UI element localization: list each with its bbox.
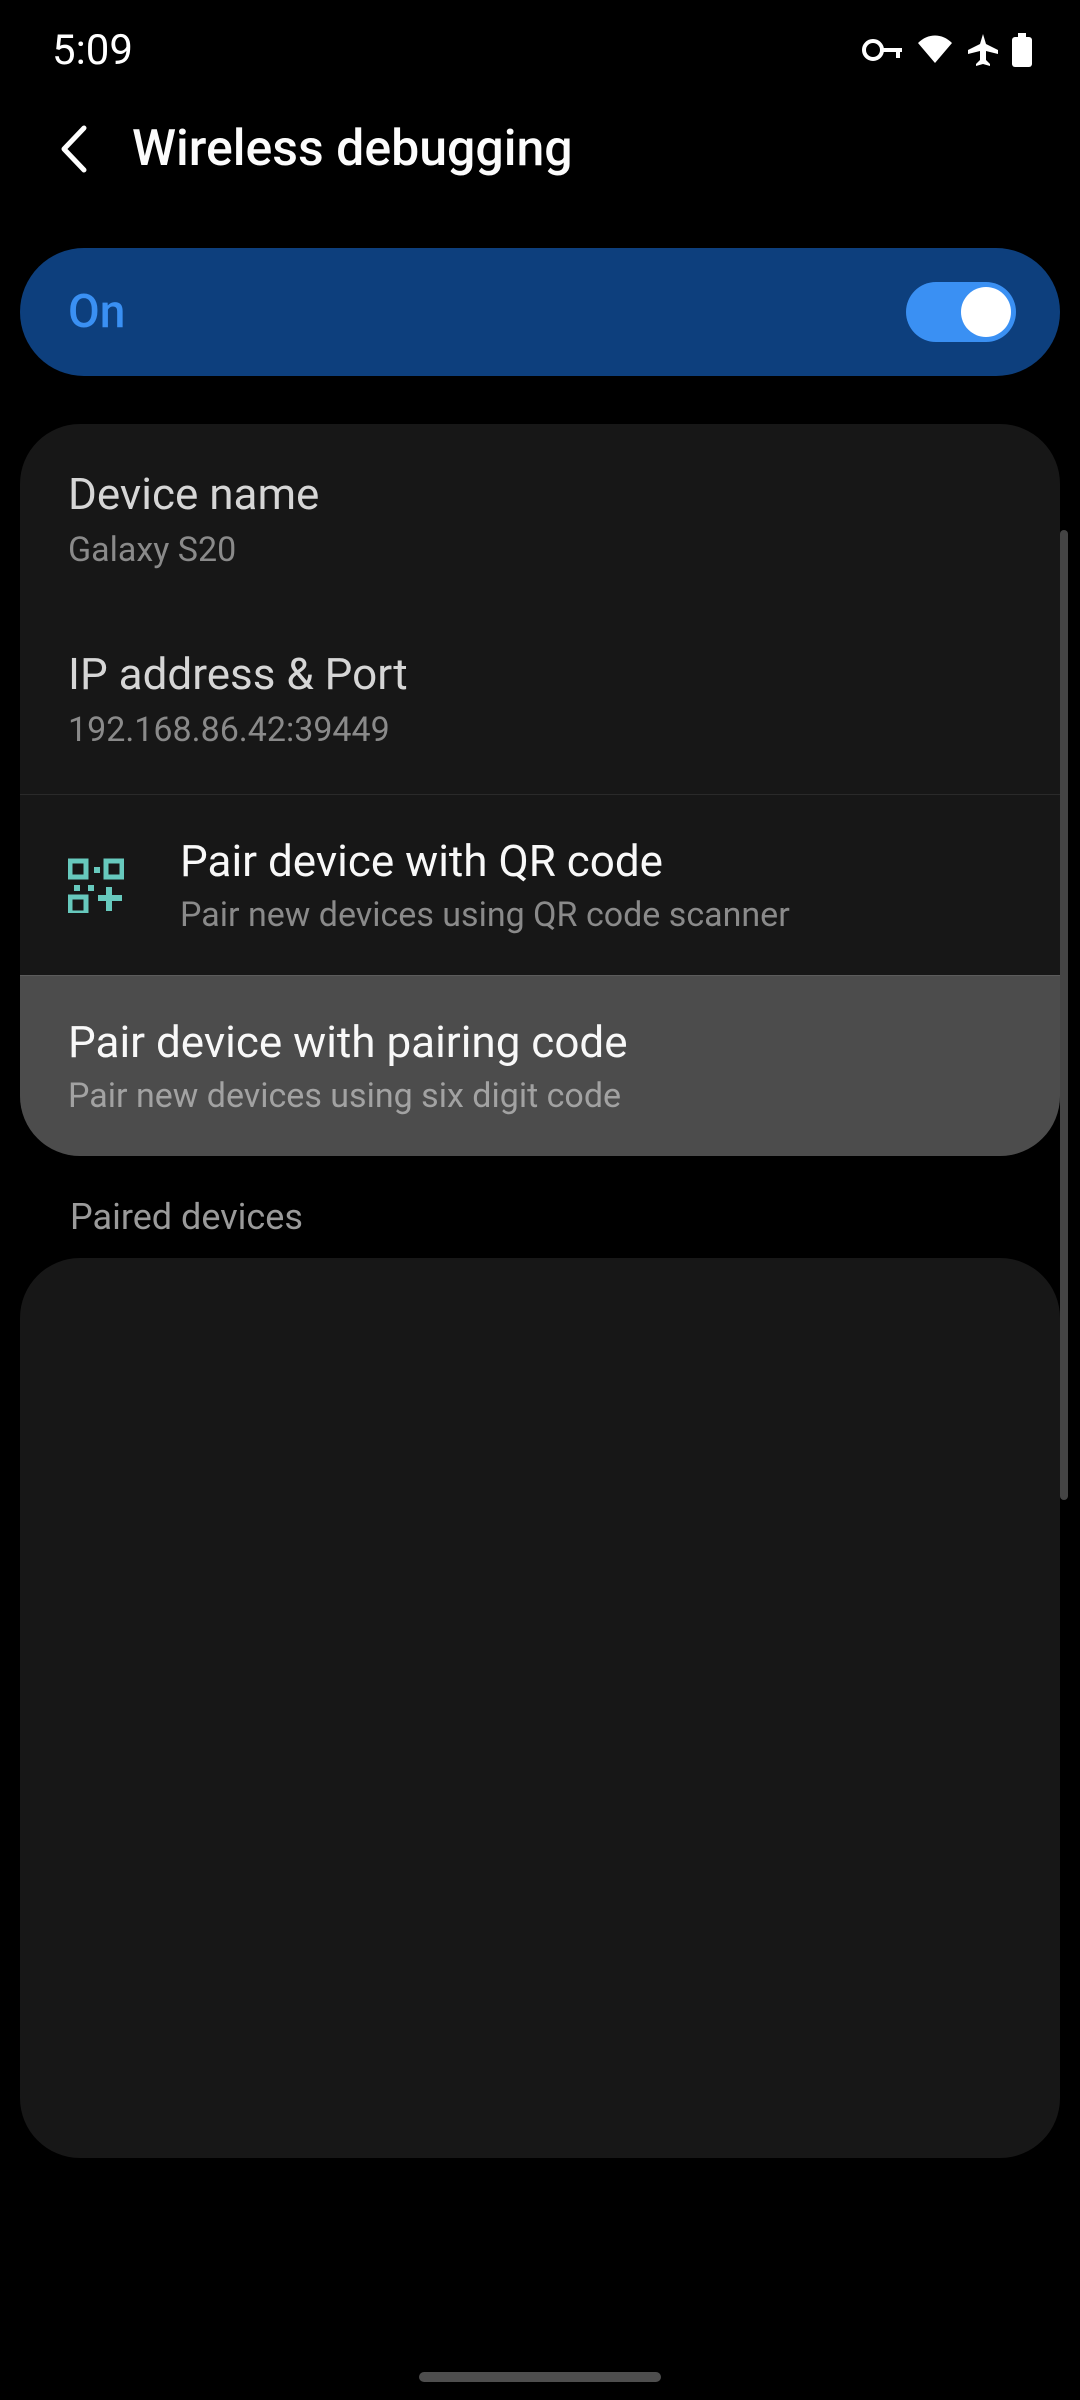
pair-qr-row[interactable]: Pair device with QR code Pair new device… <box>20 794 1060 975</box>
back-button[interactable] <box>48 124 98 174</box>
qr-code-icon <box>68 857 124 913</box>
vpn-key-icon <box>862 39 902 61</box>
ip-port-row[interactable]: IP address & Port 192.168.86.42:39449 <box>20 614 1060 794</box>
status-icons <box>862 33 1032 67</box>
ip-port-value: 192.168.86.42:39449 <box>68 710 1012 750</box>
page-header: Wireless debugging <box>0 90 1080 218</box>
settings-card-group: Device name Galaxy S20 IP address & Port… <box>20 424 1060 1156</box>
pair-qr-subtitle: Pair new devices using QR code scanner <box>180 895 1012 935</box>
wifi-icon <box>916 35 954 65</box>
ip-port-label: IP address & Port <box>68 648 1012 700</box>
device-name-value: Galaxy S20 <box>68 530 1012 570</box>
device-name-row[interactable]: Device name Galaxy S20 <box>20 424 1060 614</box>
airplane-mode-icon <box>968 34 998 66</box>
pair-qr-title: Pair device with QR code <box>180 835 1012 887</box>
switch-thumb <box>961 287 1011 337</box>
page-title: Wireless debugging <box>132 120 573 178</box>
paired-devices-section-header: Paired devices <box>0 1156 1080 1258</box>
toggle-label: On <box>68 285 125 339</box>
status-bar: 5:09 <box>0 0 1080 90</box>
wireless-debugging-toggle-row[interactable]: On <box>20 248 1060 376</box>
navigation-handle[interactable] <box>419 2372 661 2382</box>
chevron-left-icon <box>58 124 88 174</box>
scrollbar[interactable] <box>1060 530 1068 1500</box>
toggle-switch[interactable] <box>906 282 1016 342</box>
status-time: 5:09 <box>52 26 133 75</box>
pair-code-title: Pair device with pairing code <box>68 1016 1012 1068</box>
paired-devices-card <box>20 1258 1060 2158</box>
pair-code-subtitle: Pair new devices using six digit code <box>68 1076 1012 1116</box>
battery-icon <box>1012 33 1032 67</box>
device-name-label: Device name <box>68 468 1012 520</box>
pair-code-row[interactable]: Pair device with pairing code Pair new d… <box>20 975 1060 1156</box>
